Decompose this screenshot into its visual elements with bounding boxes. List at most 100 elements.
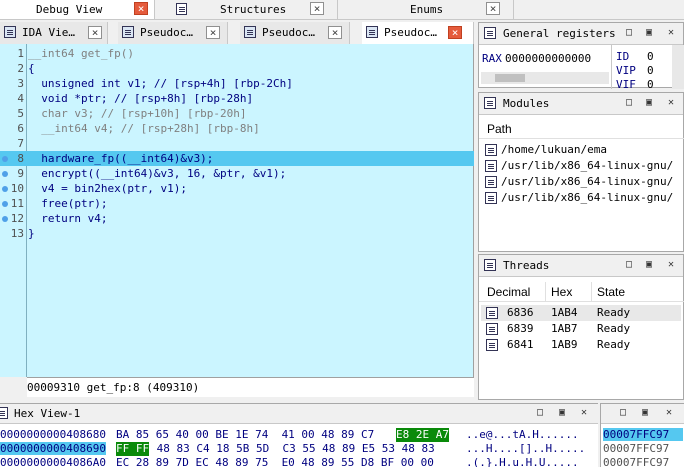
threads-icon bbox=[484, 259, 496, 271]
hex-row[interactable]: 00000000004086A0 EC 28 89 7D EC 48 89 75 … bbox=[0, 456, 600, 467]
flag-value[interactable]: 0 bbox=[647, 64, 654, 77]
hex-bytes: EC 28 89 7D EC 48 89 75 E0 48 89 55 D8 B… bbox=[116, 456, 434, 467]
registers-titlebar: General registers □ ▣ ✕ bbox=[479, 23, 683, 45]
hex-view-title: Hex View-1 bbox=[14, 407, 81, 420]
restore-icon[interactable]: ▣ bbox=[643, 97, 655, 109]
code-line[interactable]: 4 void *ptr; // [rsp+8h] [rbp-28h] bbox=[0, 91, 474, 106]
tab-pseudocode-2[interactable]: Pseudoc… × bbox=[240, 22, 350, 44]
line-number: 4 bbox=[17, 92, 24, 105]
column-header-path[interactable]: Path bbox=[487, 122, 512, 136]
float-icon[interactable]: □ bbox=[617, 407, 629, 419]
close-icon[interactable]: ✕ bbox=[665, 97, 677, 109]
close-icon[interactable]: × bbox=[328, 26, 342, 39]
line-number: 6 bbox=[17, 122, 24, 135]
pseudocode-icon bbox=[366, 26, 378, 38]
close-icon[interactable]: ✕ bbox=[665, 27, 677, 39]
tab-enums-label: Enums bbox=[410, 3, 444, 16]
table-row[interactable]: 6841 1AB9 Ready bbox=[481, 337, 681, 353]
module-path: /usr/lib/x86_64-linux-gnu/l bbox=[501, 159, 673, 172]
tab-enums[interactable]: Enums × bbox=[338, 0, 514, 19]
column-header-decimal[interactable]: Decimal bbox=[487, 285, 530, 299]
modules-panel: Modules □ ▣ ✕ Path /home/lukuan/ema /usr… bbox=[478, 92, 684, 252]
tab-structures[interactable]: Structures × bbox=[168, 0, 338, 19]
code-line[interactable]: 3 unsigned int v1; // [rsp+4h] [rbp-2Ch] bbox=[0, 76, 474, 91]
register-value[interactable]: 0000000000000 bbox=[505, 52, 609, 65]
code-line[interactable]: 12 return v4; bbox=[0, 211, 474, 226]
line-number: 10 bbox=[10, 182, 24, 195]
close-icon[interactable]: × bbox=[206, 26, 220, 39]
list-item[interactable]: /home/lukuan/ema bbox=[485, 143, 673, 158]
code-text: { bbox=[28, 62, 35, 75]
code-line[interactable]: 2{ bbox=[0, 61, 474, 76]
column-header-state[interactable]: State bbox=[597, 285, 625, 299]
restore-icon[interactable]: ▣ bbox=[556, 407, 568, 419]
code-line[interactable]: 11 free(ptr); bbox=[0, 196, 474, 211]
stack-address[interactable]: 00007FFC97 bbox=[603, 456, 683, 467]
list-item[interactable]: /usr/lib/x86_64-linux-gnu/l bbox=[485, 175, 673, 190]
close-icon[interactable]: ✕ bbox=[578, 407, 590, 419]
tab-pseudocode-3[interactable]: Pseudoc… × bbox=[362, 22, 474, 44]
stack-address[interactable]: 00007FFC97 bbox=[603, 442, 683, 455]
threads-header: Decimal Hex State bbox=[479, 282, 684, 302]
horizontal-scrollbar[interactable] bbox=[481, 72, 609, 84]
float-icon[interactable]: □ bbox=[623, 27, 635, 39]
close-icon[interactable]: × bbox=[134, 2, 148, 15]
code-line-current[interactable]: 8 hardware_fp((__int64)&v3); bbox=[0, 151, 474, 166]
module-icon bbox=[485, 144, 497, 156]
code-line[interactable]: 6 __int64 v4; // [rsp+28h] [rbp-8h] bbox=[0, 121, 474, 136]
divider bbox=[611, 45, 612, 89]
restore-icon[interactable]: ▣ bbox=[639, 407, 651, 419]
code-text: __int64 v4; // [rsp+28h] [rbp-8h] bbox=[28, 122, 260, 135]
line-number: 1 bbox=[17, 47, 24, 60]
pseudocode-view[interactable]: 1 __int64 get_fp() 2{ 3 unsigned int v1; … bbox=[0, 44, 474, 377]
restore-icon[interactable]: ▣ bbox=[643, 27, 655, 39]
table-row[interactable]: 6836 1AB4 Ready bbox=[481, 305, 681, 321]
hex-address: 0000000000408680 bbox=[0, 428, 106, 441]
code-line[interactable]: 10 v4 = bin2hex(ptr, v1); bbox=[0, 181, 474, 196]
stack-address[interactable]: 00007FFC97 bbox=[603, 428, 683, 441]
code-line[interactable]: 13} bbox=[0, 226, 474, 241]
float-icon[interactable]: □ bbox=[623, 97, 635, 109]
module-icon bbox=[485, 176, 497, 188]
code-line[interactable]: 9 encrypt((__int64)&v3, 16, &ptr, &v1); bbox=[0, 166, 474, 181]
vertical-scrollbar[interactable] bbox=[672, 45, 684, 89]
close-icon[interactable]: × bbox=[486, 2, 500, 15]
restore-icon[interactable]: ▣ bbox=[643, 259, 655, 271]
hex-row[interactable]: 0000000000408680 BA 85 65 40 00 BE 1E 74 … bbox=[0, 428, 600, 442]
module-path: /home/lukuan/ema bbox=[501, 143, 607, 156]
threads-panel: Threads □ ▣ ✕ Decimal Hex State 6836 1AB… bbox=[478, 254, 684, 400]
modules-header[interactable]: Path bbox=[479, 119, 684, 139]
tab-pseudocode-label: Pseudoc… bbox=[140, 26, 193, 39]
code-line[interactable]: 7 bbox=[0, 136, 474, 151]
listing-icon bbox=[4, 26, 16, 38]
float-icon[interactable]: □ bbox=[623, 259, 635, 271]
table-row[interactable]: 6839 1AB7 Ready bbox=[481, 321, 681, 337]
close-icon[interactable]: × bbox=[310, 2, 324, 15]
close-icon[interactable]: × bbox=[88, 26, 102, 39]
list-item[interactable]: /usr/lib/x86_64-linux-gnu/l bbox=[485, 159, 673, 174]
thread-state: Ready bbox=[597, 322, 631, 335]
thread-hex: 1AB4 bbox=[551, 306, 578, 319]
hex-bytes: 48 83 C4 18 5B 5D C3 55 48 89 E5 53 48 8… bbox=[150, 442, 435, 455]
hex-row[interactable]: 0000000000408690 FF FF 48 83 C4 18 5B 5D … bbox=[0, 442, 600, 456]
close-icon[interactable]: ✕ bbox=[663, 407, 675, 419]
column-divider[interactable] bbox=[591, 282, 592, 302]
close-icon[interactable]: ✕ bbox=[665, 259, 677, 271]
float-icon[interactable]: □ bbox=[534, 407, 546, 419]
code-text: encrypt((__int64)&v3, 16, &ptr, &v1); bbox=[28, 167, 287, 180]
column-divider[interactable] bbox=[545, 282, 546, 302]
tab-pseudocode-1[interactable]: Pseudoc… × bbox=[118, 22, 228, 44]
column-header-hex[interactable]: Hex bbox=[551, 285, 572, 299]
line-number: 7 bbox=[17, 137, 24, 150]
threads-title: Threads bbox=[503, 259, 550, 272]
list-item[interactable]: /usr/lib/x86_64-linux-gnu/g bbox=[485, 191, 673, 206]
tab-ida-view[interactable]: IDA Vie… × bbox=[0, 22, 108, 44]
close-icon[interactable]: × bbox=[448, 26, 462, 39]
flag-value[interactable]: 0 bbox=[647, 78, 654, 88]
flag-value[interactable]: 0 bbox=[647, 50, 654, 63]
code-line[interactable]: 1 __int64 get_fp() bbox=[0, 46, 474, 61]
tab-debug-view[interactable]: Debug View × bbox=[0, 0, 155, 19]
code-line[interactable]: 5 char v3; // [rsp+10h] [rbp-20h] bbox=[0, 106, 474, 121]
thread-icon bbox=[486, 339, 498, 351]
code-text: __int64 get_fp() bbox=[28, 47, 134, 60]
